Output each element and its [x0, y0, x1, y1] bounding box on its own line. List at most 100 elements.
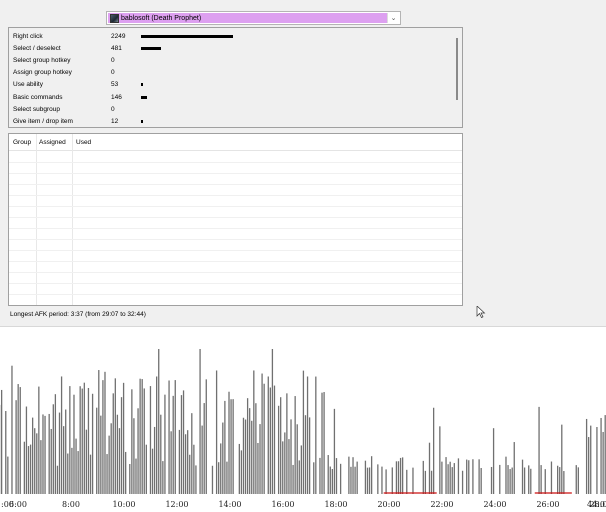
action-row: Select subgroup 0 — [9, 103, 454, 115]
player-dropdown-selected[interactable]: bablosoft (Death Prophet) — [108, 13, 387, 23]
apm-bar — [27, 446, 30, 494]
apm-bar — [58, 412, 61, 494]
action-label: Select / deselect — [13, 44, 61, 52]
apm-timeline-chart: :00 6:00 8:00 10:00 12:00 14:00 16:00 18:00 20:0… — [0, 326, 606, 512]
apm-bar — [81, 388, 83, 494]
apm-bar — [439, 426, 441, 494]
apm-bar — [50, 428, 52, 494]
player-dropdown[interactable]: bablosoft (Death Prophet) ⌄ — [106, 11, 401, 25]
apm-bar — [273, 385, 276, 494]
x-tick-label: 12:00 — [165, 500, 188, 509]
apm-bar — [118, 428, 121, 494]
apm-bar — [445, 457, 447, 494]
apm-bar — [73, 394, 75, 494]
apm-bar — [302, 370, 305, 494]
apm-bar — [191, 413, 193, 494]
apm-bar — [284, 432, 286, 494]
apm-bar — [335, 458, 338, 494]
apm-bar — [428, 442, 431, 494]
apm-bar — [222, 422, 224, 494]
table-row — [9, 206, 462, 207]
table-row — [9, 217, 462, 218]
apm-bar — [282, 441, 284, 494]
apm-bar — [91, 393, 94, 494]
apm-bar — [449, 461, 451, 494]
apm-bar — [313, 462, 315, 494]
apm-bar — [182, 390, 185, 494]
table-row — [9, 173, 462, 174]
table-row — [9, 250, 462, 251]
apm-bar — [331, 469, 334, 494]
apm-bar — [271, 349, 274, 494]
apm-bar — [98, 370, 100, 494]
hero-portrait-icon — [110, 13, 119, 23]
apm-chart-svg: :006:00 8:00 10:00 12:00 14:00 16:00 18:00 20:0… — [0, 349, 606, 509]
apm-bar — [461, 470, 464, 494]
apm-bar — [193, 444, 195, 494]
apm-bar — [397, 461, 400, 494]
apm-bar — [232, 399, 234, 494]
apm-bar — [590, 425, 592, 494]
apm-bar — [370, 456, 373, 494]
apm-bar — [137, 408, 139, 494]
table-row — [9, 272, 462, 273]
table-header: Group Assigned Used — [9, 134, 462, 151]
apm-bar — [441, 461, 443, 494]
apm-bar — [395, 461, 398, 494]
apm-bar — [195, 465, 197, 494]
action-count: 146 — [111, 93, 122, 101]
apm-bar — [451, 467, 453, 494]
table-row — [9, 195, 462, 196]
action-row: Basic commands 146 — [9, 91, 454, 103]
apm-bar — [356, 461, 358, 494]
apm-bar — [85, 429, 88, 494]
stats-scrollbar[interactable] — [456, 38, 458, 100]
apm-bar — [563, 471, 565, 494]
action-bar — [141, 46, 161, 50]
apm-bar — [83, 382, 85, 494]
action-count: 0 — [111, 105, 115, 113]
column-header-assigned[interactable]: Assigned — [39, 139, 66, 146]
apm-bar — [385, 469, 387, 494]
column-header-used[interactable]: Used — [76, 139, 91, 146]
apm-bar — [269, 387, 271, 494]
column-header-group[interactable]: Group — [13, 139, 31, 146]
apm-bar — [406, 469, 408, 494]
apm-bar — [114, 378, 116, 494]
apm-bar — [290, 419, 292, 494]
apm-bar — [253, 370, 255, 494]
apm-bar — [507, 465, 509, 494]
apm-bar — [430, 470, 433, 494]
apm-bar — [40, 440, 42, 494]
apm-bar — [141, 379, 143, 494]
action-label: Select subgroup — [13, 105, 60, 113]
apm-bar — [257, 443, 259, 494]
apm-bar — [329, 466, 331, 494]
apm-bar — [36, 433, 38, 494]
apm-bar — [201, 425, 203, 494]
apm-bar — [391, 467, 393, 494]
apm-bar — [308, 417, 311, 494]
apm-bar — [108, 435, 110, 494]
apm-bar — [23, 441, 26, 494]
x-tick-label: 18:00 — [324, 500, 347, 509]
apm-bar — [412, 467, 414, 494]
action-stats-panel: Right click 2249 Select / deselect 481 Selec… — [8, 27, 463, 128]
apm-bar — [228, 391, 230, 494]
x-tick-label: 20:00 — [377, 500, 400, 509]
apm-bar — [125, 451, 127, 494]
apm-bar — [112, 393, 114, 494]
action-label: Select group hotkey — [13, 56, 71, 64]
apm-bar — [577, 467, 579, 494]
apm-bar — [218, 462, 220, 494]
apm-bar — [205, 379, 207, 494]
apm-bar — [277, 405, 280, 494]
apm-bar — [116, 414, 119, 494]
apm-bar — [352, 457, 354, 494]
apm-bar — [492, 428, 495, 494]
table-row — [9, 184, 462, 185]
chevron-down-icon[interactable]: ⌄ — [387, 13, 399, 23]
mouse-cursor-icon — [476, 306, 486, 318]
apm-bar — [544, 469, 546, 494]
replay-stats-window: bablosoft (Death Prophet) ⌄ Right click 2… — [0, 0, 606, 512]
